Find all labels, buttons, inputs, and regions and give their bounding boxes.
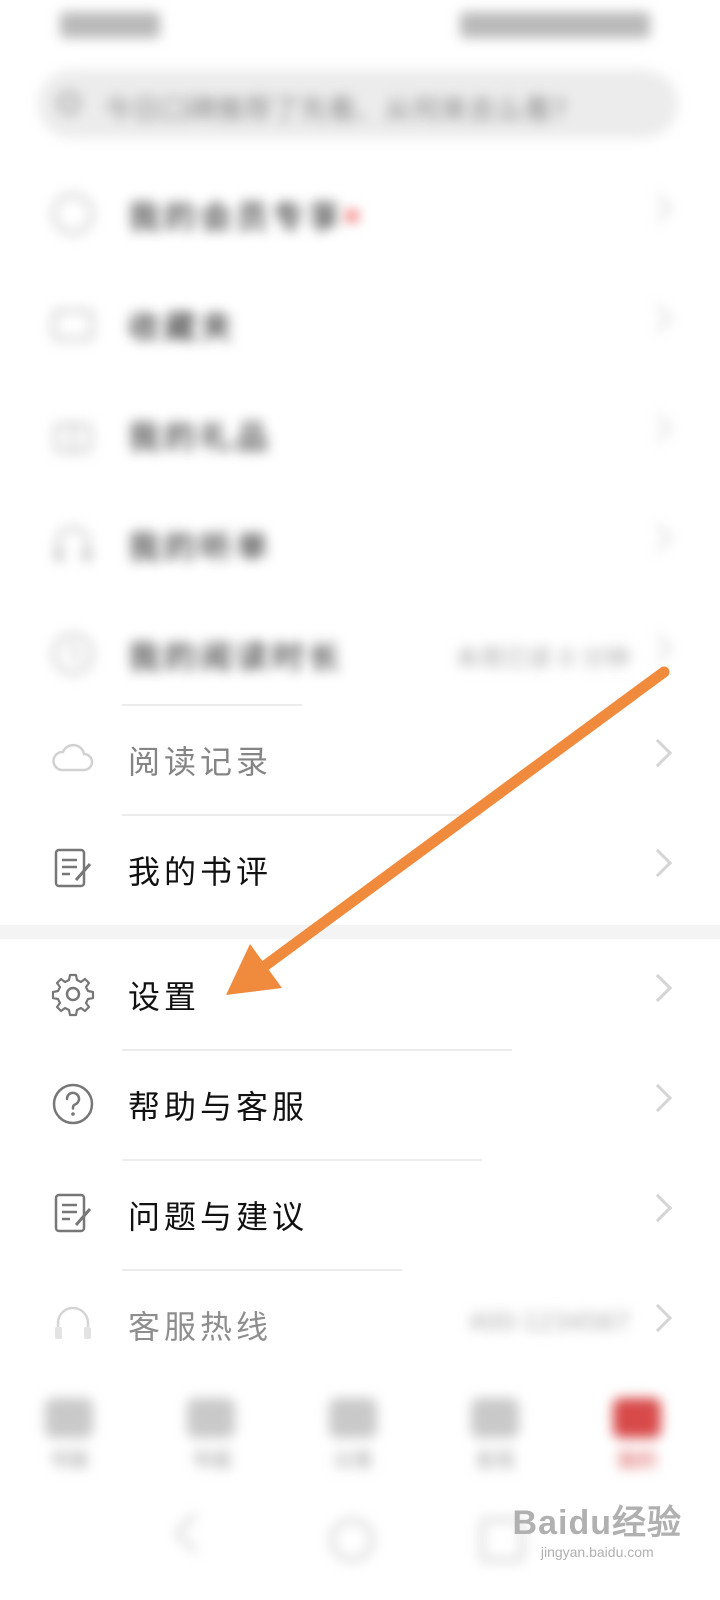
menu-item-vip[interactable]: 我的会员专享 bbox=[0, 160, 720, 270]
chevron-right-icon bbox=[643, 1193, 673, 1223]
my-reviews-label: 我的书评 bbox=[128, 853, 273, 891]
back-icon[interactable] bbox=[173, 1511, 217, 1555]
tab-bookstore[interactable]: 书城 bbox=[156, 1398, 266, 1478]
home-icon[interactable] bbox=[330, 1518, 374, 1562]
menu-item-label: 我的礼品 bbox=[128, 418, 273, 456]
gift-icon bbox=[54, 423, 92, 453]
menu-item-my-reviews[interactable]: 我的书评 bbox=[0, 815, 720, 925]
folder-icon bbox=[52, 309, 94, 341]
menu-item-gifts[interactable]: 我的礼品 bbox=[0, 380, 720, 490]
watermark-brand: Baidu经验 bbox=[512, 1504, 682, 1542]
search-placeholder: 今日口碑推荐了先看、从何来去么看? bbox=[104, 93, 567, 126]
gear-icon bbox=[51, 973, 95, 1017]
hotline-label: 客服热线 bbox=[128, 1308, 273, 1346]
menu-item-feedback[interactable]: 问题与建议 bbox=[0, 1160, 720, 1270]
bookstore-icon bbox=[187, 1398, 235, 1438]
status-left bbox=[60, 12, 160, 38]
menu-item-label: 我的听单 bbox=[128, 528, 273, 566]
menu-item-help[interactable]: 帮助与客服 bbox=[0, 1050, 720, 1160]
bottom-tab-bar: 书架 书城 分类 发现 我的 bbox=[0, 1380, 720, 1490]
tab-discover[interactable]: 发现 bbox=[440, 1398, 550, 1478]
tab-me[interactable]: 我的 bbox=[582, 1398, 692, 1478]
section-gap bbox=[0, 925, 720, 939]
chevron-right-icon bbox=[643, 193, 673, 223]
help-label: 帮助与客服 bbox=[128, 1088, 309, 1126]
hotline-number: 400-1234567 bbox=[468, 1308, 630, 1336]
menu-item-settings[interactable]: 设置 bbox=[0, 940, 720, 1050]
menu-item-label: 我的阅读时长 bbox=[128, 638, 345, 676]
chevron-right-icon bbox=[643, 303, 673, 333]
chevron-right-icon bbox=[643, 848, 673, 878]
watermark: Baidu经验 jingyan.baidu.com bbox=[513, 1495, 682, 1560]
menu-item-reading-record[interactable]: 阅读记录 bbox=[0, 705, 720, 815]
chevron-right-icon bbox=[643, 1303, 673, 1333]
clock-icon bbox=[52, 633, 94, 675]
edit-document-icon bbox=[54, 848, 92, 888]
menu-item-hotline[interactable]: 客服热线 400-1234567 bbox=[0, 1270, 720, 1380]
menu-item-label: 收藏夹 bbox=[128, 308, 237, 346]
reading-record-label: 阅读记录 bbox=[128, 743, 273, 781]
headphones-icon bbox=[55, 526, 91, 561]
tab-label: 我的 bbox=[617, 1448, 657, 1472]
tab-label: 发现 bbox=[475, 1448, 515, 1472]
help-circle-icon bbox=[52, 1083, 94, 1125]
status-right bbox=[460, 12, 650, 38]
chevron-right-icon bbox=[643, 973, 673, 1003]
chevron-right-icon bbox=[643, 523, 673, 553]
tab-label: 分类 bbox=[333, 1448, 373, 1472]
chevron-right-icon bbox=[643, 738, 673, 768]
watermark-url: jingyan.baidu.com bbox=[540, 1544, 654, 1560]
category-icon bbox=[329, 1398, 377, 1438]
edit-document-icon bbox=[54, 1193, 92, 1233]
headset-icon bbox=[55, 1306, 91, 1339]
new-dot-badge bbox=[346, 210, 358, 222]
search-icon bbox=[58, 92, 80, 114]
chevron-right-icon bbox=[643, 413, 673, 443]
tab-label: 书架 bbox=[49, 1448, 89, 1472]
vip-icon bbox=[52, 193, 94, 235]
settings-label: 设置 bbox=[128, 978, 201, 1016]
discover-icon bbox=[471, 1398, 519, 1438]
tab-category[interactable]: 分类 bbox=[298, 1398, 408, 1478]
status-bar bbox=[0, 0, 720, 50]
search-bar[interactable]: 今日口碑推荐了先看、从何来去么看? bbox=[38, 70, 678, 138]
menu-item-listen[interactable]: 我的听单 bbox=[0, 490, 720, 600]
feedback-label: 问题与建议 bbox=[128, 1198, 309, 1236]
reading-time-value: 本周已读 0 分钟 bbox=[455, 644, 630, 672]
tab-bookshelf[interactable]: 书架 bbox=[14, 1398, 124, 1478]
chevron-right-icon bbox=[643, 633, 673, 663]
cloud-icon bbox=[52, 743, 94, 772]
tab-label: 书城 bbox=[191, 1448, 231, 1472]
profile-icon bbox=[613, 1398, 661, 1438]
menu-item-favorites[interactable]: 收藏夹 bbox=[0, 270, 720, 380]
bookshelf-icon bbox=[45, 1398, 93, 1438]
menu-item-reading-time[interactable]: 我的阅读时长 本周已读 0 分钟 bbox=[0, 600, 720, 710]
menu-item-label: 我的会员专享 bbox=[128, 198, 345, 236]
chevron-right-icon bbox=[643, 1083, 673, 1113]
